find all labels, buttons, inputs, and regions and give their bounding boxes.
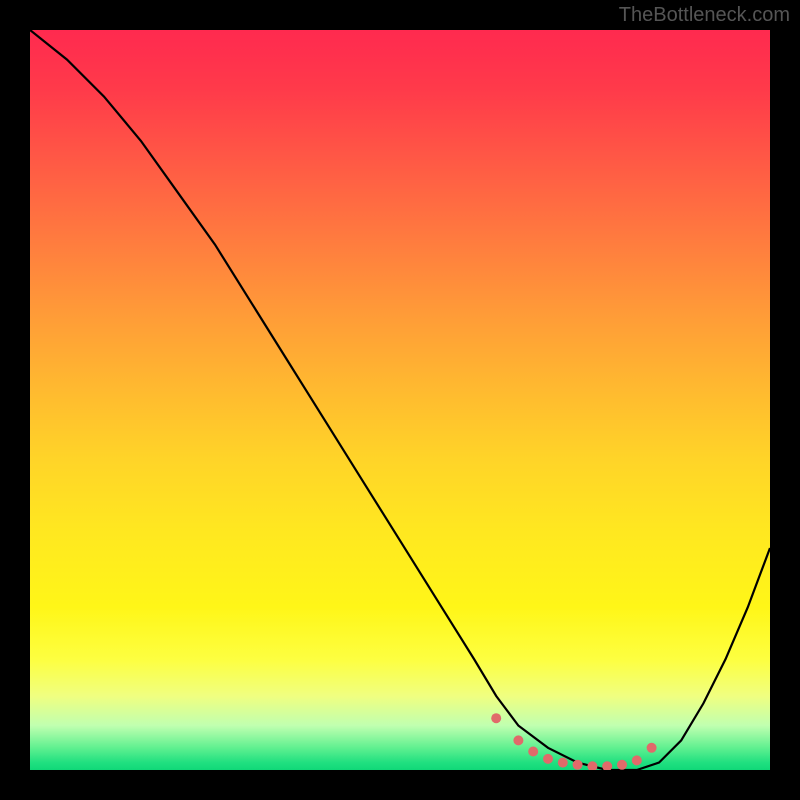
marker-point — [558, 758, 568, 768]
marker-point — [573, 760, 583, 770]
plot-area — [30, 30, 770, 770]
marker-point — [632, 755, 642, 765]
watermark-text: TheBottleneck.com — [619, 4, 790, 27]
marker-point — [543, 754, 553, 764]
marker-point — [513, 735, 523, 745]
marker-point — [602, 761, 612, 770]
marker-point — [587, 761, 597, 770]
marker-point — [617, 760, 627, 770]
chart-svg — [30, 30, 770, 770]
curve-line — [30, 30, 770, 770]
marker-point — [647, 743, 657, 753]
marker-point — [491, 713, 501, 723]
marker-point — [528, 747, 538, 757]
